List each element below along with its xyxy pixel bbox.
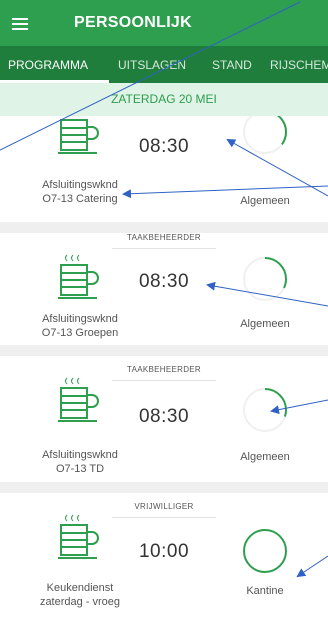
event-card[interactable]: TAAKBEHEERDER 08:30 Afsluitingswknd O7-1… xyxy=(0,233,328,345)
event-role-label: VRIJWILLIGER xyxy=(134,502,194,511)
event-location: Algemeen xyxy=(240,451,290,463)
hamburger-menu-icon[interactable] xyxy=(8,10,34,36)
event-name: Afsluitingswknd O7-13 Catering xyxy=(10,178,150,206)
event-name-line2: O7-13 TD xyxy=(55,463,105,475)
tab-uitslagen[interactable]: UITSLAGEN xyxy=(118,58,186,72)
event-location: Algemeen xyxy=(240,318,290,330)
tab-rijschema[interactable]: RIJSCHEM xyxy=(270,58,328,72)
progress-ring xyxy=(243,388,287,432)
event-time: 10:00 xyxy=(138,541,190,562)
event-name-line1: Keukendienst xyxy=(46,582,114,594)
tab-programma[interactable]: PROGRAMMA xyxy=(8,58,88,72)
event-time: 08:30 xyxy=(138,136,190,157)
list-divider xyxy=(0,345,328,356)
event-card[interactable]: 08:30 Afsluitingswknd O7-13 Catering Alg… xyxy=(0,109,328,222)
event-name-line2: zaterdag - vroeg xyxy=(39,596,121,608)
event-card[interactable]: TAAKBEHEERDER 08:30 Afsluitingswknd O7-1… xyxy=(0,356,328,482)
coffee-cup-icon xyxy=(58,377,99,422)
event-name-line2: O7-13 Catering xyxy=(42,193,118,205)
event-card[interactable]: VRIJWILLIGER 10:00 Keukendienst zaterdag… xyxy=(0,493,328,626)
coffee-cup-icon xyxy=(58,254,99,299)
app-bar: PERSOONLIJK xyxy=(0,0,328,46)
list-divider xyxy=(0,482,328,493)
date-header: ZATERDAG 20 MEI xyxy=(0,83,328,116)
event-time: 08:30 xyxy=(138,406,190,427)
event-name-line1: Afsluitingswknd xyxy=(42,313,118,325)
event-location: Kantine xyxy=(246,585,284,597)
event-role-label: TAAKBEHEERDER xyxy=(127,365,201,374)
event-name-line1: Afsluitingswknd xyxy=(42,179,118,191)
role-divider xyxy=(112,380,216,381)
event-location: Algemeen xyxy=(240,195,290,207)
progress-ring xyxy=(243,529,287,573)
progress-ring xyxy=(243,257,287,301)
event-time: 08:30 xyxy=(138,271,190,292)
event-name: Keukendienst zaterdag - vroeg xyxy=(10,581,150,609)
event-name-line1: Afsluitingswknd xyxy=(42,449,118,461)
coffee-cup-icon xyxy=(58,514,99,559)
event-role-label: TAAKBEHEERDER xyxy=(127,233,201,242)
page-title: PERSOONLIJK xyxy=(74,14,192,31)
role-divider xyxy=(112,248,216,249)
tab-stand[interactable]: STAND xyxy=(212,58,252,72)
event-name: Afsluitingswknd O7-13 TD xyxy=(10,448,150,476)
tab-bar: PROGRAMMA UITSLAGEN STAND RIJSCHEM xyxy=(0,46,328,83)
event-name: Afsluitingswknd O7-13 Groepen xyxy=(10,312,150,340)
role-divider xyxy=(112,517,216,518)
list-divider xyxy=(0,222,328,233)
event-name-line2: O7-13 Groepen xyxy=(41,327,119,339)
